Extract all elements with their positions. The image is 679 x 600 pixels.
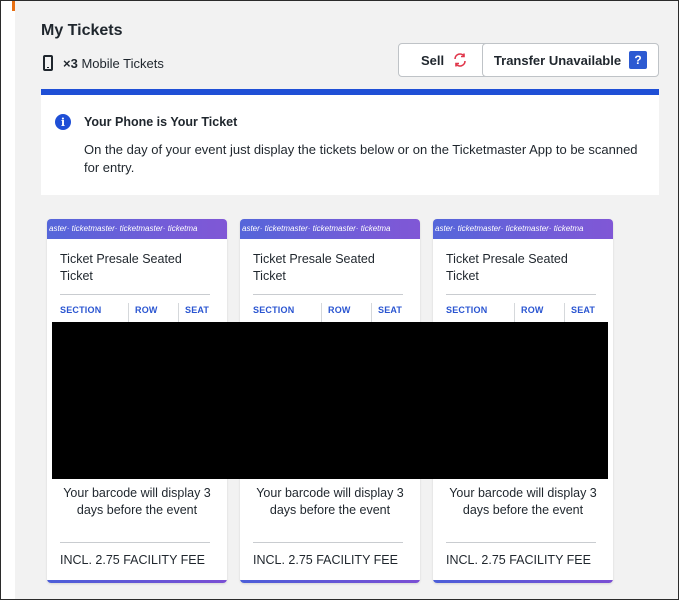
ticket-name: Ticket Presale Seated Ticket <box>446 252 568 283</box>
divider <box>60 294 210 295</box>
refresh-arrows-icon <box>452 52 468 68</box>
ticket-name: Ticket Presale Seated Ticket <box>60 252 182 283</box>
screenshot-frame: My Tickets ×3 Mobile Tickets Sell Transf… <box>0 0 679 600</box>
divider <box>253 294 403 295</box>
phone-ticket-info-banner: i Your Phone is Your Ticket On the day o… <box>41 89 659 195</box>
redaction-block <box>52 322 608 479</box>
help-question-icon[interactable]: ? <box>629 51 648 69</box>
info-title: Your Phone is Your Ticket <box>84 115 238 129</box>
my-tickets-header: My Tickets ×3 Mobile Tickets Sell Transf… <box>15 1 664 89</box>
ticket-bottom-accent <box>433 580 613 583</box>
divider <box>60 542 210 543</box>
ticket-name: Ticket Presale Seated Ticket <box>253 252 375 283</box>
sell-label: Sell <box>420 52 445 68</box>
mobile-phone-icon <box>43 55 53 71</box>
ticket-bottom-accent <box>47 580 227 583</box>
ticketmaster-band: aster· ticketmaster· ticketmaster· ticke… <box>47 219 227 239</box>
ticket-bottom-accent <box>240 580 420 583</box>
facility-fee-text: INCL. 2.75 FACILITY FEE <box>446 553 591 567</box>
ticket-count: ×3 <box>63 55 78 71</box>
barcode-notice: Your barcode will display 3 days before … <box>449 486 597 517</box>
divider <box>446 542 596 543</box>
page-left-margin <box>1 1 15 599</box>
divider <box>446 294 596 295</box>
transfer-unavailable-button[interactable]: Transfer Unavailable ? <box>482 43 659 77</box>
mobile-tickets-summary: ×3 Mobile Tickets <box>43 53 164 73</box>
facility-fee-text: INCL. 2.75 FACILITY FEE <box>60 553 205 567</box>
barcode-notice: Your barcode will display 3 days before … <box>256 486 404 517</box>
ticketmaster-band: aster· ticketmaster· ticketmaster· ticke… <box>433 219 613 239</box>
sell-button[interactable]: Sell <box>398 43 491 77</box>
info-icon: i <box>55 114 71 130</box>
facility-fee-text: INCL. 2.75 FACILITY FEE <box>253 553 398 567</box>
page-title: My Tickets <box>41 22 123 39</box>
divider <box>253 542 403 543</box>
ticketmaster-band: aster· ticketmaster· ticketmaster· ticke… <box>240 219 420 239</box>
ticket-type-label: Mobile Tickets <box>81 55 164 71</box>
barcode-notice: Your barcode will display 3 days before … <box>63 486 211 517</box>
transfer-label: Transfer Unavailable <box>493 52 622 68</box>
info-body: On the day of your event just display th… <box>84 142 638 175</box>
